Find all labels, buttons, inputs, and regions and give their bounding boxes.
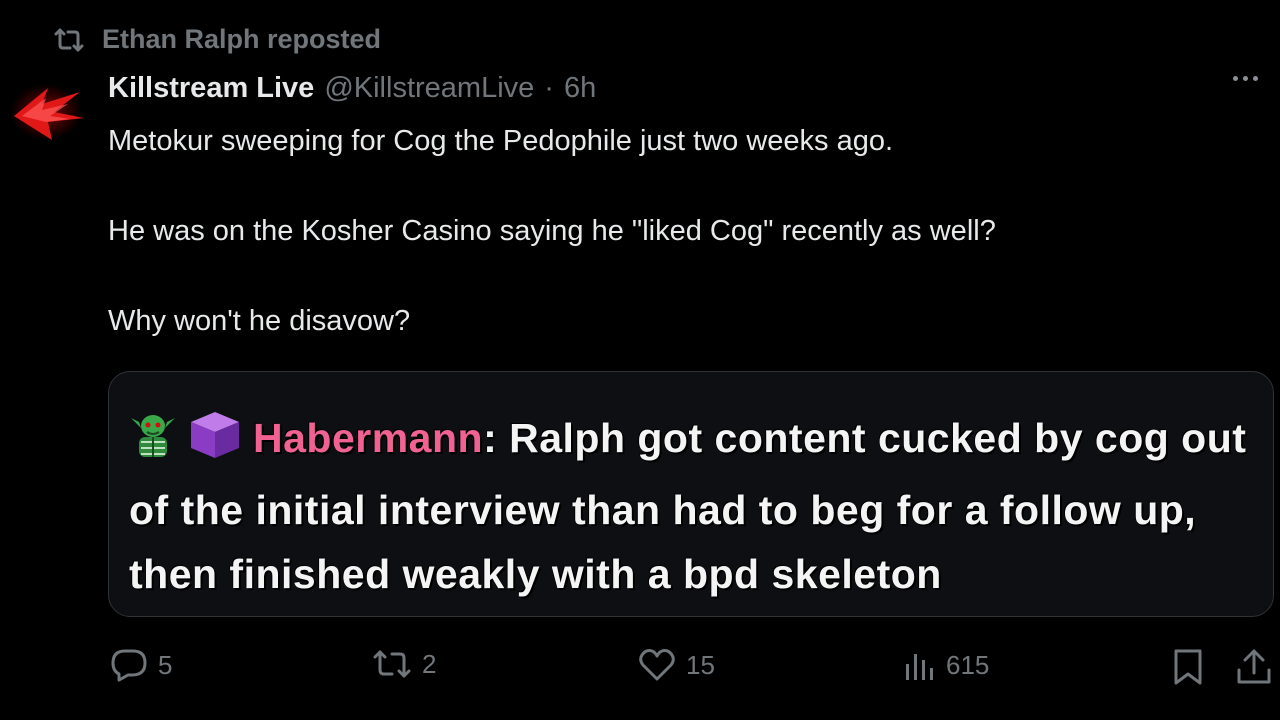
avatar[interactable]	[8, 78, 88, 148]
tweet-paragraph: Why won't he disavow?	[108, 305, 411, 337]
chat-message: Habermann: Ralph got content cucked by c…	[129, 406, 1259, 606]
repost-icon	[54, 27, 84, 53]
goblin-emote-icon	[129, 412, 177, 478]
tweet-container: Ethan Ralph reposted Killstream Live @Ki…	[0, 0, 1280, 720]
separator-dot: ·	[544, 72, 554, 104]
action-bar: 5 2 15 615	[0, 640, 1280, 700]
tweet-paragraph: Metokur sweeping for Cog the Pedophile j…	[108, 125, 894, 157]
reply-count: 5	[158, 649, 173, 680]
quoted-image-card[interactable]: Habermann: Ralph got content cucked by c…	[108, 371, 1274, 617]
reply-button[interactable]: 5	[110, 648, 172, 682]
share-button[interactable]	[1236, 648, 1272, 686]
repost-indicator[interactable]: Ethan Ralph reposted	[54, 24, 381, 55]
tweet-header: Killstream Live @KillstreamLive · 6h	[108, 72, 596, 105]
timestamp[interactable]: 6h	[564, 72, 596, 105]
tweet-body: Metokur sweeping for Cog the Pedophile j…	[108, 122, 1228, 392]
bookmark-button[interactable]	[1172, 648, 1204, 686]
repost-label: Ethan Ralph reposted	[102, 24, 382, 54]
share-icon	[1236, 648, 1272, 686]
repost-icon	[372, 648, 412, 680]
analytics-icon	[904, 648, 936, 682]
tweet-paragraph: He was on the Kosher Casino saying he "l…	[108, 215, 996, 247]
chat-username: Habermann	[253, 415, 484, 461]
chat-colon: :	[483, 415, 498, 461]
user-handle[interactable]: @KillstreamLive	[324, 72, 534, 105]
views-button[interactable]: 615	[904, 648, 989, 682]
display-name[interactable]: Killstream Live	[108, 72, 314, 105]
like-count: 15	[686, 649, 715, 680]
more-dot-icon	[1233, 76, 1238, 81]
reply-icon	[110, 648, 148, 682]
like-button[interactable]: 15	[638, 648, 715, 682]
more-options-button[interactable]	[1233, 76, 1258, 81]
purple-cube-icon	[187, 410, 243, 478]
bookmark-icon	[1172, 648, 1204, 686]
views-count: 615	[946, 649, 990, 680]
heart-icon	[638, 648, 676, 682]
more-dot-icon	[1253, 76, 1258, 81]
repost-count: 2	[422, 648, 437, 679]
more-dot-icon	[1243, 76, 1248, 81]
repost-button[interactable]: 2	[372, 648, 436, 680]
